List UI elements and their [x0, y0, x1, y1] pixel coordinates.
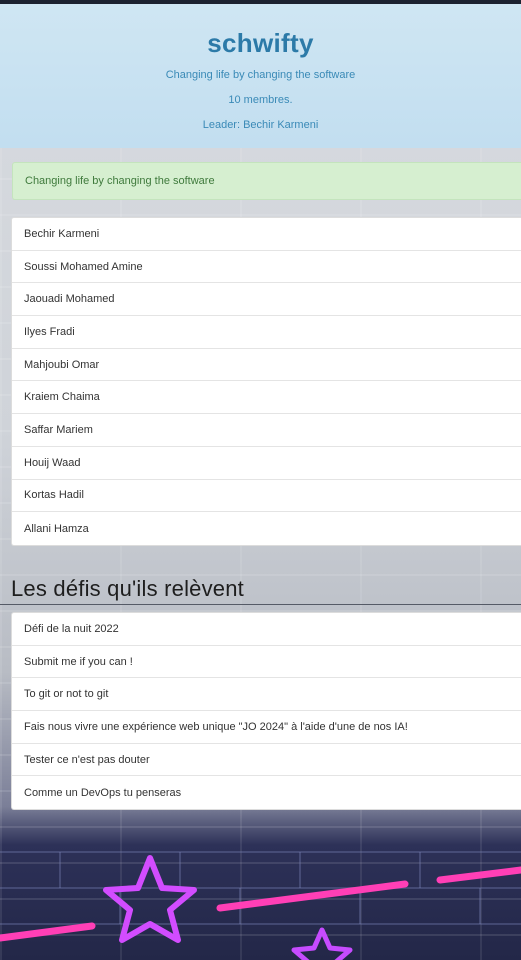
defi-item[interactable]: Submit me if you can !	[12, 646, 521, 679]
section-divider	[0, 604, 521, 605]
team-leader: Leader: Bechir Karmeni	[202, 119, 319, 131]
defis-title: Les défis qu'ils relèvent	[11, 576, 244, 601]
team-tagline: Changing life by changing the software	[165, 69, 356, 81]
team-header: schwifty Changing life by changing the s…	[0, 4, 521, 148]
defi-item[interactable]: To git or not to git	[12, 678, 521, 712]
member-item[interactable]: Saffar Mariem	[12, 414, 521, 447]
member-item[interactable]: Kraiem Chaima	[12, 381, 521, 415]
defis-list: Défi de la nuit 2022 Submit me if you ca…	[11, 612, 521, 811]
member-item[interactable]: Mahjoubi Omar	[12, 349, 521, 382]
member-item[interactable]: Soussi Mohamed Amine	[12, 251, 521, 284]
members-count: 10 membres.	[228, 94, 293, 106]
brick-lines	[0, 851, 521, 925]
defi-item[interactable]: Tester ce n'est pas douter	[12, 744, 521, 777]
members-list: Bechir Karmeni Soussi Mohamed Amine Jaou…	[11, 217, 521, 546]
team-name: schwifty	[207, 28, 314, 58]
top-bar	[0, 0, 521, 4]
neon-stars-decoration	[0, 851, 521, 960]
member-item[interactable]: Ilyes Fradi	[12, 316, 521, 349]
neon-bar-far-right	[436, 866, 521, 884]
alert-text: Changing life by changing the software	[25, 175, 215, 187]
member-item[interactable]: Allani Hamza	[12, 512, 521, 545]
defi-item[interactable]: Défi de la nuit 2022	[12, 613, 521, 646]
neon-bar-left	[0, 922, 96, 942]
description-alert: Changing life by changing the software	[12, 162, 521, 200]
neon-star-small	[291, 927, 353, 960]
member-item[interactable]: Jaouadi Mohamed	[12, 283, 521, 317]
defi-item[interactable]: Fais nous vivre une expérience web uniqu…	[12, 711, 521, 744]
member-item[interactable]: Bechir Karmeni	[12, 218, 521, 251]
defi-item[interactable]: Comme un DevOps tu penseras	[12, 776, 521, 809]
member-item[interactable]: Kortas Hadil	[12, 480, 521, 513]
member-item[interactable]: Houij Waad	[12, 447, 521, 480]
